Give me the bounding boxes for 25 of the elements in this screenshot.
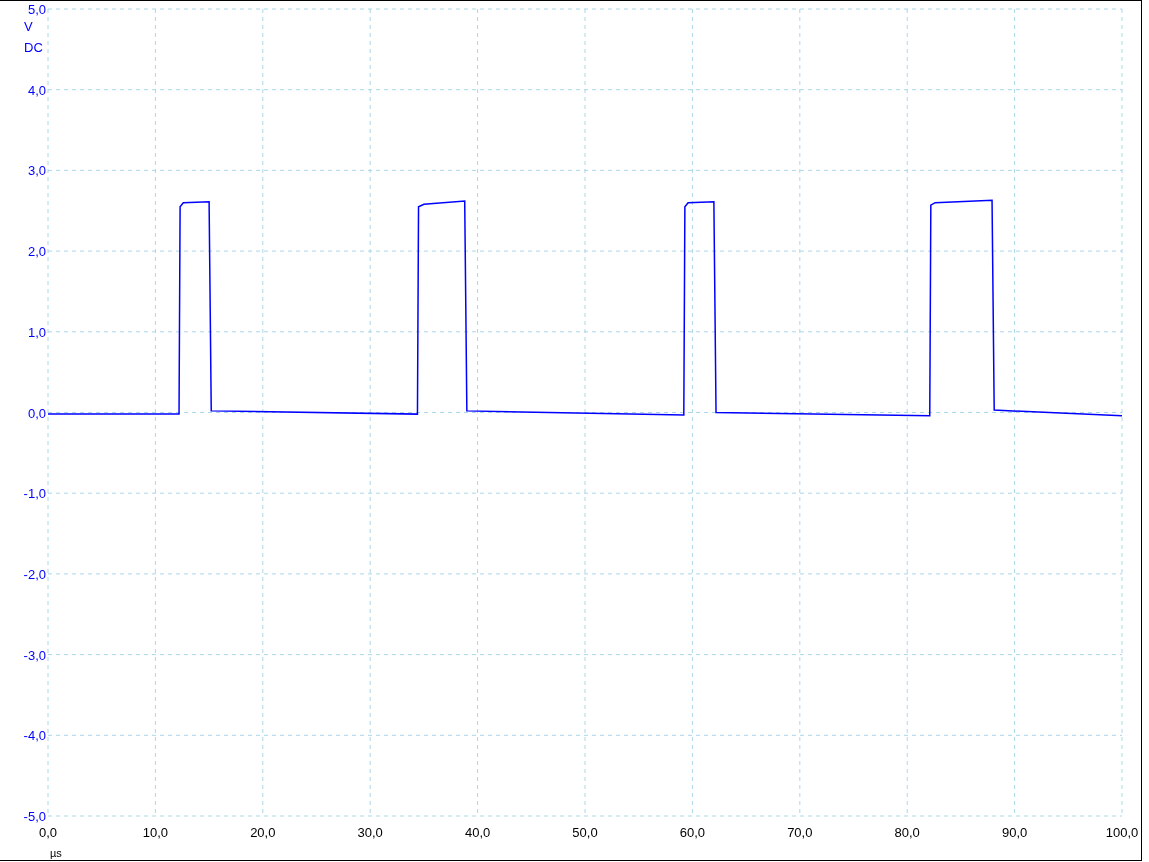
x-tick-label: 80,0 bbox=[894, 825, 920, 840]
x-tick-label: 100,0 bbox=[1105, 825, 1139, 840]
x-tick-label: 30,0 bbox=[357, 825, 383, 840]
x-tick-label: 70,0 bbox=[787, 825, 813, 840]
y-tick-label: 3,0 bbox=[27, 163, 46, 179]
y-tick-label: 1,0 bbox=[27, 324, 46, 340]
y-tick-label: -3,0 bbox=[23, 647, 46, 663]
x-tick-label: 20,0 bbox=[250, 825, 276, 840]
y-tick-label: 2,0 bbox=[27, 244, 46, 260]
y-tick-label: -2,0 bbox=[23, 566, 46, 582]
y-tick-label: 0,0 bbox=[27, 405, 46, 421]
x-tick-label: 50,0 bbox=[572, 825, 598, 840]
x-tick-label: 0,0 bbox=[38, 825, 58, 840]
y-tick-label: 4,0 bbox=[27, 82, 46, 98]
x-axis-unit: µs bbox=[50, 847, 62, 859]
x-tick-label: 60,0 bbox=[679, 825, 706, 840]
x-tick-label: 90,0 bbox=[1001, 825, 1028, 840]
y-tick-label: 5,0 bbox=[27, 2, 46, 17]
y-tick-label: -5,0 bbox=[23, 809, 46, 824]
coupling-label: DC bbox=[24, 40, 43, 55]
y-axis-unit: V bbox=[24, 19, 33, 34]
x-tick-label: 40,0 bbox=[464, 825, 491, 840]
y-tick-label: -1,0 bbox=[23, 486, 46, 502]
x-tick-label: 10,0 bbox=[142, 825, 169, 840]
y-tick-label: -4,0 bbox=[23, 728, 46, 744]
